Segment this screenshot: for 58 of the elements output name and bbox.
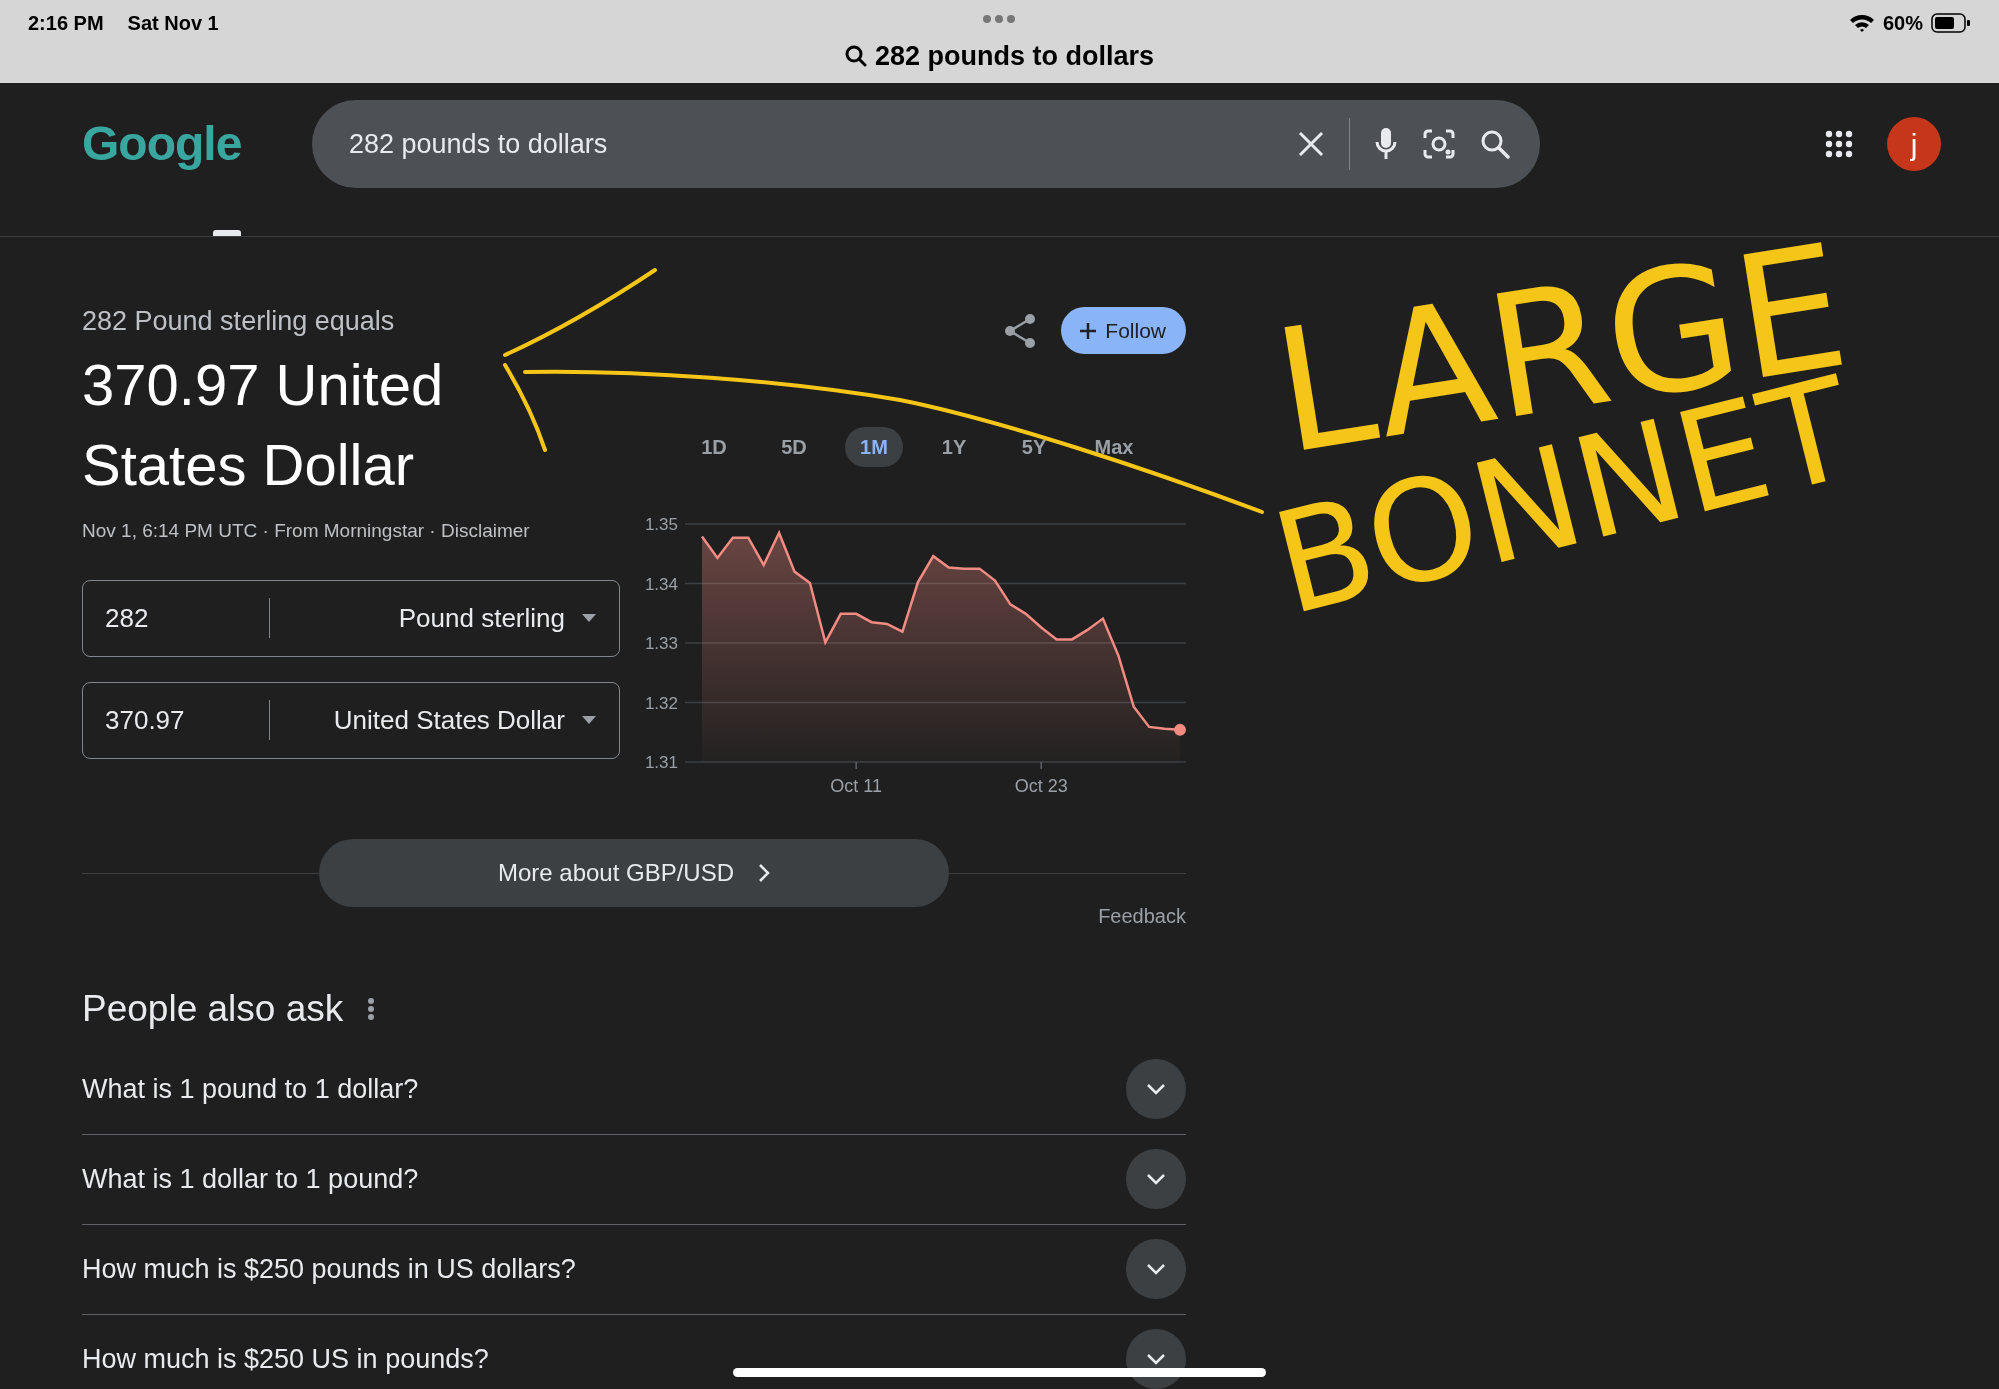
chevron-right-icon (758, 863, 771, 883)
feedback-link[interactable]: Feedback (1098, 901, 1186, 931)
axis-tick-label: 1.33 (644, 634, 678, 653)
range-tab[interactable]: 1D (685, 427, 743, 467)
range-tab[interactable]: Max (1085, 427, 1143, 467)
follow-button[interactable]: Follow (1061, 307, 1186, 354)
plus-icon (1079, 321, 1098, 340)
range-tab[interactable]: 5Y (1005, 427, 1063, 467)
status-time: 2:16 PM (28, 11, 104, 36)
currency-dropdown[interactable]: United States Dollar (333, 700, 619, 740)
more-options-icon[interactable] (367, 996, 376, 1021)
more-icon[interactable] (982, 14, 1016, 24)
microphone-icon[interactable] (1374, 127, 1398, 161)
question-text: What is 1 pound to 1 dollar? (82, 1072, 419, 1106)
wifi-icon (1848, 13, 1875, 33)
axis-tick-label: 1.31 (644, 753, 678, 772)
result-source: Nov 1, 6:14 PM UTC · From Morningstar · Disclaimer (82, 519, 531, 543)
chevron-down-icon (1146, 1263, 1166, 1275)
share-icon[interactable] (1003, 312, 1038, 349)
currency-dropdown[interactable]: Pound sterling (398, 598, 619, 638)
question-text: How much is $250 pounds in US dollars? (82, 1252, 576, 1286)
search-input[interactable]: 282 pounds to dollars (347, 122, 1273, 166)
google-logo[interactable]: Google (82, 108, 282, 180)
axis-tick-label: Oct 11 (830, 776, 883, 796)
search-icon (844, 45, 867, 68)
axis-tick-label: 1.35 (644, 515, 678, 534)
axis-tick-label: 1.32 (644, 693, 678, 713)
chevron-down-icon (1146, 1083, 1166, 1095)
battery-level: 60% (1882, 11, 1923, 36)
axis-tick-label: 1.34 (644, 574, 678, 594)
camera-icon[interactable] (1422, 128, 1456, 160)
converted-amount: 370.97 United States Dollar (82, 351, 445, 499)
axis-tick-label: Oct 23 (1014, 776, 1068, 796)
range-tab[interactable]: 5D (765, 427, 823, 467)
question-text: How much is $250 US in pounds? (82, 1342, 489, 1376)
apps-icon[interactable] (1825, 130, 1853, 158)
range-tab[interactable]: 1Y (925, 427, 983, 467)
more-about-button[interactable]: More about GBP/USD (319, 839, 949, 907)
result-subtitle: 282 Pound sterling equals (82, 305, 396, 338)
amount-field[interactable]: 282 (83, 597, 263, 639)
chevron-down-icon (1146, 1173, 1166, 1185)
end-point-marker (1174, 723, 1186, 736)
range-tab[interactable]: 1M (845, 427, 903, 467)
battery-icon (1931, 13, 1971, 33)
search-icon[interactable] (1480, 129, 1510, 159)
account-avatar[interactable]: j (1887, 117, 1941, 171)
address-bar-query: 282 pounds to dollars (874, 40, 1154, 73)
question-text: What is 1 dollar to 1 pound? (82, 1162, 419, 1196)
close-icon[interactable] (1297, 130, 1325, 158)
disclaimer-link[interactable]: Disclaimer (440, 520, 530, 541)
chevron-down-icon (1146, 1353, 1166, 1365)
caret-icon (581, 715, 597, 725)
caret-icon (581, 613, 597, 623)
status-date: Sat Nov 1 (127, 11, 219, 36)
tab-indicator (213, 230, 241, 236)
amount-field[interactable]: 370.97 (83, 699, 263, 741)
search-field[interactable]: 282 pounds to dollars (312, 100, 1540, 188)
section-heading: People also ask (82, 987, 344, 1031)
